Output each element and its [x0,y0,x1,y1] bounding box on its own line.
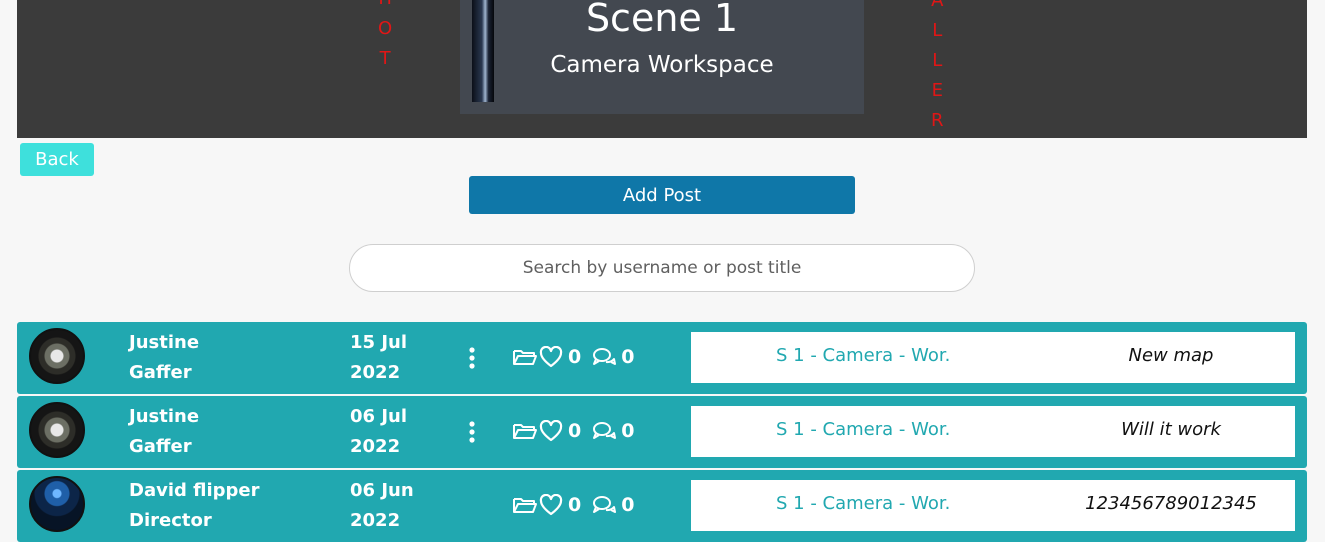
post-detail-panel: S 1 - Camera - Wor. 123456789012345 [691,480,1295,531]
vertical-letter: L [932,20,943,41]
post-detail-panel: S 1 - Camera - Wor. New map [691,332,1295,383]
post-author-role: Director [129,510,212,531]
post-author-name: David flipper [129,480,260,501]
vertical-letter: O [378,18,393,39]
vertical-letter: H [378,0,392,14]
scene-link[interactable]: S 1 - Camera - Wor. [776,419,950,440]
post-date-year: 2022 [350,510,401,531]
post-date-year: 2022 [350,362,401,383]
scene-header: H O T Scene 1 Camera Workspace A L L E R [17,0,1307,138]
post-author-name: Justine [129,332,200,353]
vertical-letter: R [931,110,944,131]
post-title[interactable]: 123456789012345 [1051,493,1291,514]
likes-count: 0 [568,494,582,516]
scene-subtitle: Camera Workspace [550,52,774,78]
post-title[interactable]: Will it work [1051,419,1291,440]
vertical-label-left: H O T [378,0,392,74]
more-options-icon[interactable] [465,420,479,444]
search-input[interactable] [349,244,975,292]
post-date-day-month: 15 Jul [350,332,407,353]
heart-icon[interactable] [538,493,564,517]
post-actions: 0 0 [512,418,644,444]
back-button[interactable]: Back [20,143,94,176]
post-date-year: 2022 [350,436,401,457]
scene-link[interactable]: S 1 - Camera - Wor. [776,493,950,514]
add-post-button[interactable]: Add Post [469,176,855,214]
post-actions: 0 0 [512,344,644,370]
vertical-letter: T [379,48,391,69]
avatar[interactable] [29,328,85,384]
post-date-day-month: 06 Jun [350,480,414,501]
comments-count: 0 [621,494,635,516]
comments-icon[interactable] [591,493,617,517]
post-date-day-month: 06 Jul [350,406,407,427]
vertical-label-right: A L L E R [931,0,944,136]
post-actions: 0 0 [512,492,644,518]
vertical-letter: E [931,80,943,101]
avatar[interactable] [29,402,85,458]
likes-count: 0 [568,420,582,442]
scene-card: Scene 1 Camera Workspace [460,0,864,114]
folder-icon[interactable] [512,493,538,517]
vertical-letter: L [932,50,943,71]
post-title[interactable]: New map [1051,345,1291,366]
likes-count: 0 [568,346,582,368]
comments-icon[interactable] [591,345,617,369]
heart-icon[interactable] [538,419,564,443]
heart-icon[interactable] [538,345,564,369]
post-author-role: Gaffer [129,362,192,383]
comments-count: 0 [621,420,635,442]
scene-link[interactable]: S 1 - Camera - Wor. [776,345,950,366]
scene-title: Scene 1 [585,0,739,40]
post-row[interactable]: David flipper Director 06 Jun 2022 0 0 S… [17,470,1307,542]
comments-icon[interactable] [591,419,617,443]
post-author-name: Justine [129,406,200,427]
vertical-letter: A [931,0,944,11]
folder-icon[interactable] [512,345,538,369]
post-row[interactable]: Justine Gaffer 15 Jul 2022 0 0 S 1 - Cam… [17,322,1307,394]
more-options-icon[interactable] [465,346,479,370]
post-author-role: Gaffer [129,436,192,457]
comments-count: 0 [621,346,635,368]
avatar[interactable] [29,476,85,532]
folder-icon[interactable] [512,419,538,443]
post-row[interactable]: Justine Gaffer 06 Jul 2022 0 0 S 1 - Cam… [17,396,1307,468]
post-detail-panel: S 1 - Camera - Wor. Will it work [691,406,1295,457]
